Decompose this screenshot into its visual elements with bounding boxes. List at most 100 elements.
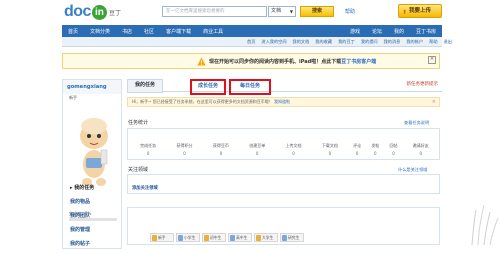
warning-icon	[197, 57, 206, 66]
stats-help-link[interactable]: 查看任务说明	[404, 120, 429, 126]
help-link[interactable]: 帮助	[345, 8, 355, 15]
medal-icon	[256, 235, 261, 241]
medal-icon	[204, 235, 209, 241]
add-field-link[interactable]: 添加关注领域	[132, 185, 158, 191]
notice-banner: 现在开始可以同步你的阅读内容到手机、iPad啦！点此下载豆丁书房客户端 ×	[62, 53, 440, 69]
close-icon[interactable]: ×	[432, 98, 436, 106]
close-icon[interactable]: ×	[428, 56, 436, 64]
logo-badge: in	[91, 4, 107, 20]
side-nav: ▸ 我的任务 我的物品 我的团队 我的管理 我的帖子	[70, 184, 120, 254]
honor-card[interactable]: 研究生	[280, 233, 304, 242]
info-link[interactable]: 我知道啦	[274, 99, 290, 104]
nav-categories[interactable]: 文档分类	[90, 28, 110, 35]
tab-growth-tasks[interactable]: 成长任务	[190, 79, 226, 95]
side-nav-items[interactable]: 我的物品	[70, 198, 120, 205]
side-nav-tasks[interactable]: ▸ 我的任务	[70, 184, 120, 191]
nav-community[interactable]: 社区	[144, 28, 154, 35]
stats-header: 评论	[353, 143, 362, 148]
subnav-space[interactable]: 进入我的空间	[261, 39, 286, 45]
honor-card-label: 新手	[158, 235, 166, 240]
nav-client-download[interactable]: 客户端下载	[166, 28, 191, 35]
nav-reading-room[interactable]: 豆丁书房	[416, 28, 436, 35]
stats-value: 0	[374, 151, 377, 156]
stats-value: 0	[255, 151, 259, 156]
related-help-link[interactable]: 什么是关注领域	[398, 167, 427, 173]
stats-header: 获得积分	[176, 143, 193, 148]
docin-logo[interactable]: doc in 豆丁	[64, 3, 121, 21]
main-nav: 首页 文档分类 书店 社区 客户端下载 商业工具 游戏 论坛 我的 豆丁书房	[62, 25, 442, 37]
grass-decoration	[471, 204, 499, 245]
subnav-questions[interactable]: 我的提问	[361, 39, 378, 45]
subnav-home[interactable]: 首页	[247, 39, 255, 45]
subnav-account[interactable]: 我的帐户	[406, 39, 423, 45]
side-nav-posts[interactable]: 我的帖子	[70, 240, 120, 247]
subnav-messages[interactable]: 我的消息	[384, 39, 401, 45]
status-badge: 新手	[69, 95, 77, 100]
stats-value: 0	[146, 151, 150, 156]
new-task-link[interactable]: 新任务更新提示	[407, 81, 439, 87]
nav-home[interactable]: 首页	[68, 28, 78, 35]
stats-header: 下载文档	[321, 143, 338, 148]
notice-link[interactable]: 豆丁书房客户端	[341, 59, 376, 65]
nav-games[interactable]: 游戏	[350, 28, 360, 35]
sub-nav: 首页 进入我的空间 我的文档 我的收藏 我的豆丁 我的提问 我的消息 我的帐户 …	[62, 37, 452, 47]
side-nav-team[interactable]: 我的团队	[70, 212, 120, 219]
honor-card-label: 初中生	[210, 235, 222, 240]
subnav-help[interactable]: 帮助	[429, 39, 437, 45]
honor-card[interactable]: 高中生	[228, 233, 252, 242]
medal-icon	[178, 235, 183, 241]
nav-business-tools[interactable]: 商业工具	[203, 28, 223, 35]
logo-cn: 豆丁	[108, 9, 121, 17]
logo-text: doc	[64, 3, 91, 20]
subnav-favorites[interactable]: 我的收藏	[315, 39, 332, 45]
medal-icon	[282, 235, 287, 241]
related-title: 关注领域	[128, 167, 149, 173]
upload-icon: ⬆	[402, 9, 408, 16]
table-row: 0 0 0 0 0 0 0 0 0 0	[130, 150, 439, 157]
stats-value: 0	[355, 151, 359, 156]
subnav-docs[interactable]: 我的文档	[293, 39, 310, 45]
tab-daily-tasks[interactable]: 每日任务	[229, 79, 271, 95]
stats-header: 创建豆单	[249, 143, 266, 148]
search-button[interactable]: 搜索	[300, 6, 334, 17]
search-input[interactable]: 在一亿文档库里搜索您想要的	[162, 6, 267, 17]
medal-icon	[230, 235, 235, 241]
honor-card-label: 大学生	[262, 235, 274, 240]
subnav-docin[interactable]: 我的豆丁	[338, 39, 355, 45]
honor-card[interactable]: 小学生	[176, 233, 200, 242]
nav-forum[interactable]: 论坛	[372, 28, 382, 35]
stats-header: 回帖	[389, 143, 398, 148]
upload-button[interactable]: ⬆ 我要上传	[398, 4, 442, 18]
stats-header: 获得豆币	[212, 143, 229, 148]
stats-header: 发帖	[371, 143, 380, 148]
stats-header: 邀请好友	[412, 143, 429, 148]
side-nav-manage[interactable]: 我的管理	[70, 226, 120, 233]
tab-my-tasks[interactable]: 我的任务	[127, 79, 163, 93]
stats-value: 0	[419, 151, 423, 156]
task-tabs: 我的任务 成长任务 每日任务 新任务更新提示	[127, 79, 442, 95]
honor-card[interactable]: 新手	[150, 233, 174, 242]
chevron-down-icon: ▼	[289, 9, 293, 14]
nav-mine[interactable]: 我的	[394, 28, 404, 35]
honor-card-label: 研究生	[288, 235, 300, 240]
username[interactable]: gomengxiang	[67, 84, 107, 90]
side-nav-tasks-label: 我的任务	[74, 185, 95, 191]
table-row: 完成任务 获得积分 获得豆币 创建豆单 上传文档 下载文档 评论 发帖 回帖 邀…	[130, 142, 439, 150]
nav-bookstore[interactable]: 书店	[122, 28, 132, 35]
stats-value: 0	[183, 151, 186, 156]
doc-type-select[interactable]: 文档 ▼	[268, 6, 296, 17]
honor-card-label: 小学生	[184, 235, 196, 240]
stats-table: 完成任务 获得积分 获得豆币 创建豆单 上传文档 下载文档 评论 发帖 回帖 邀…	[130, 142, 439, 157]
honor-cards: 新手 小学生 初中生 高中生 大学生 研究生	[150, 233, 304, 242]
stats-value: 0	[328, 151, 332, 156]
info-text: Hi，新手~ 您已经接受了任务系统，在这里可以获得更多的文档资源和豆币哦！	[132, 99, 273, 104]
subnav-logout[interactable]: 退出	[444, 39, 452, 45]
honor-card-label: 高中生	[236, 235, 248, 240]
honor-card[interactable]: 初中生	[202, 233, 226, 242]
medal-icon	[152, 235, 157, 241]
stats-title: 任务统计	[128, 120, 149, 126]
honor-card[interactable]: 大学生	[254, 233, 278, 242]
stats-value: 0	[219, 151, 223, 156]
notice-text: 现在开始可以同步你的阅读内容到手机、iPad啦！点此下载豆丁书房客户端	[209, 58, 376, 65]
stats-header: 上传文档	[285, 143, 302, 148]
